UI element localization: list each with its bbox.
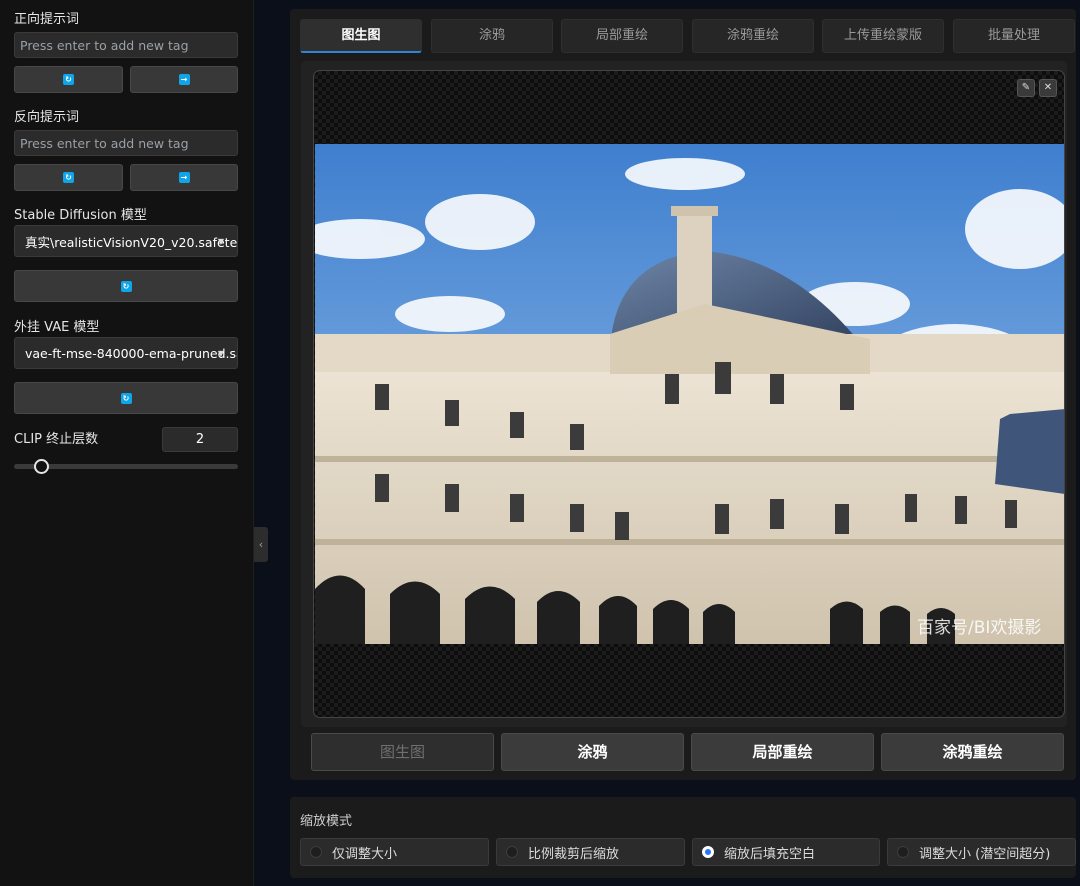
edit-icon[interactable]: ✎ [1017, 79, 1035, 97]
refresh-icon: ↻ [120, 392, 132, 404]
tab-sketch[interactable]: 涂鸦 [431, 19, 553, 53]
arrow-right-icon: → [178, 74, 190, 85]
tab-inpaint-sketch[interactable]: 涂鸦重绘 [692, 19, 814, 53]
resize-mode-label: 缩放模式 [300, 814, 353, 829]
resize-option-crop-and-resize[interactable]: 比例裁剪后缩放 [496, 838, 685, 866]
resize-option-label: 调整大小 (潜空间超分) [919, 846, 1051, 862]
tab-inpaint[interactable]: 局部重绘 [561, 19, 683, 53]
clip-skip-label: CLIP 终止层数 [14, 432, 99, 447]
image-upload-area: 百家号/BI欢摄影 ✎ ✕ [301, 61, 1067, 727]
refresh-icon: ↻ [63, 74, 74, 85]
chevron-down-icon: ▼ [217, 237, 224, 246]
negative-prompt-label: 反向提示词 [14, 110, 80, 125]
sd-model-label: Stable Diffusion 模型 [14, 208, 147, 223]
uploaded-image [315, 144, 1064, 644]
resize-option-label: 仅调整大小 [332, 846, 398, 862]
refresh-icon: ↻ [120, 280, 132, 292]
resize-option-resize-and-fill[interactable]: 缩放后填充空白 [692, 838, 880, 866]
collapse-sidebar-button[interactable]: ‹ [254, 527, 268, 562]
clip-skip-number-input[interactable]: 2 [162, 427, 238, 452]
positive-send-button[interactable]: → [130, 66, 238, 93]
resize-option-label: 缩放后填充空白 [724, 846, 816, 862]
positive-prompt-input[interactable]: Press enter to add new tag [14, 32, 238, 58]
radio-dot [506, 846, 518, 858]
tab-img2img[interactable]: 图生图 [300, 19, 422, 53]
positive-refresh-button[interactable]: ↻ [14, 66, 123, 93]
tab-batch[interactable]: 批量处理 [953, 19, 1075, 53]
radio-dot-selected [702, 846, 714, 858]
sd-model-dropdown[interactable]: 真实\realisticVisionV20_v20.safetensors ▼ [14, 225, 238, 257]
send-to-img2img-button[interactable]: 图生图 [311, 733, 494, 771]
vae-model-dropdown[interactable]: vae-ft-mse-840000-ema-pruned.safetensors… [14, 337, 238, 369]
radio-dot [897, 846, 909, 858]
negative-prompt-input[interactable]: Press enter to add new tag [14, 130, 238, 156]
image-canvas[interactable]: 百家号/BI欢摄影 ✎ ✕ [313, 70, 1065, 718]
send-to-inpaint-sketch-button[interactable]: 涂鸦重绘 [881, 733, 1064, 771]
resize-option-latent-upscale[interactable]: 调整大小 (潜空间超分) [887, 838, 1076, 866]
arrow-right-icon: → [178, 172, 190, 183]
resize-option-just-resize[interactable]: 仅调整大小 [300, 838, 489, 866]
negative-refresh-button[interactable]: ↻ [14, 164, 123, 191]
send-to-sketch-button[interactable]: 涂鸦 [501, 733, 684, 771]
vae-refresh-button[interactable]: ↻ [14, 382, 238, 414]
chevron-left-icon: ‹ [258, 538, 264, 551]
resize-option-label: 比例裁剪后缩放 [528, 846, 620, 862]
positive-prompt-label: 正向提示词 [14, 12, 80, 27]
refresh-icon: ↻ [63, 172, 74, 183]
tab-inpaint-upload[interactable]: 上传重绘蒙版 [822, 19, 944, 53]
radio-dot [310, 846, 322, 858]
close-icon[interactable]: ✕ [1039, 79, 1057, 97]
sd-model-refresh-button[interactable]: ↻ [14, 270, 238, 302]
chevron-down-icon: ▼ [217, 349, 224, 358]
vae-model-value: vae-ft-mse-840000-ema-pruned.safetensors [25, 345, 237, 361]
image-watermark: 百家号/BI欢摄影 [917, 618, 1042, 638]
negative-send-button[interactable]: → [130, 164, 238, 191]
sidebar: 正向提示词 Press enter to add new tag ↻ → 反向提… [0, 0, 254, 886]
vae-model-label: 外挂 VAE 模型 [14, 320, 100, 335]
sd-model-value: 真实\realisticVisionV20_v20.safetensors [25, 234, 238, 250]
send-to-inpaint-button[interactable]: 局部重绘 [691, 733, 874, 771]
resize-mode-panel: 缩放模式 仅调整大小 比例裁剪后缩放 缩放后填充空白 调整大小 (潜空间超分) [290, 797, 1076, 878]
img2img-panel: 图生图 涂鸦 局部重绘 涂鸦重绘 上传重绘蒙版 批量处理 百家号/BI欢摄影 ✎… [290, 9, 1076, 780]
clip-skip-slider-thumb[interactable] [34, 459, 49, 474]
